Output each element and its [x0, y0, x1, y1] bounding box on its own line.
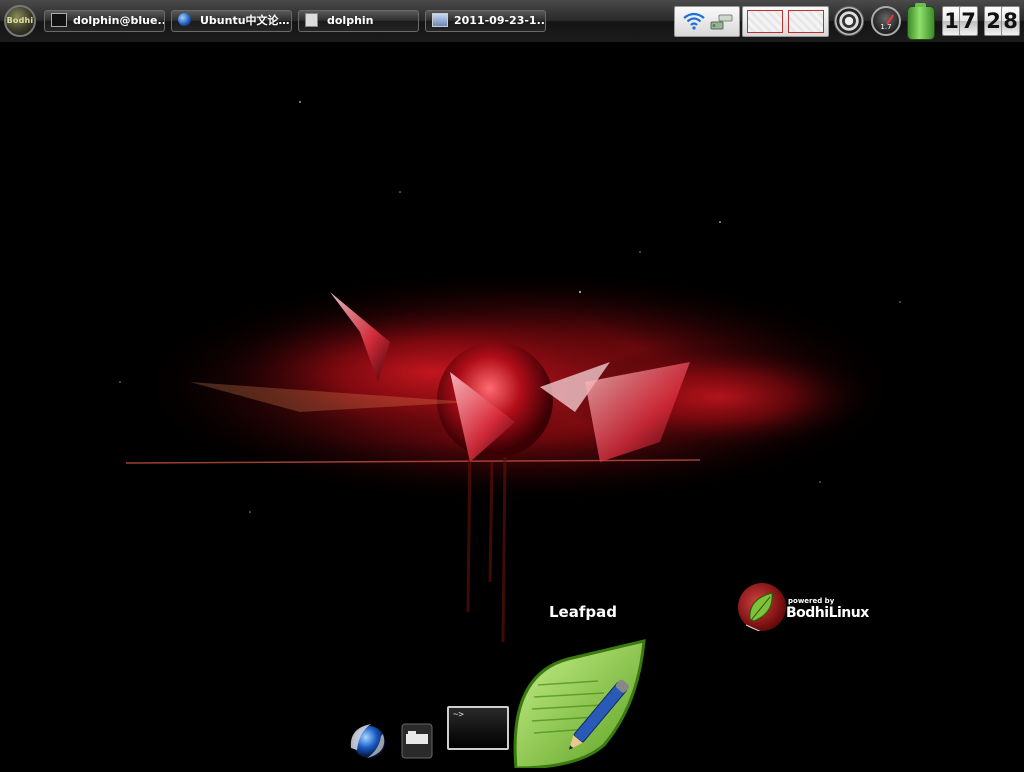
file-manager-icon	[305, 13, 318, 27]
dock-tooltip: Leafpad	[549, 603, 617, 621]
dock-item-files[interactable]	[400, 720, 434, 760]
top-shelf: Bodhi dolphin@blue... Ubuntu中文论… dolphin…	[0, 0, 1024, 43]
terminal-prompt: ~>	[453, 710, 464, 720]
clock-minute-ones: 8	[1001, 6, 1020, 36]
browser-globe-icon	[178, 13, 191, 26]
leafpad-leaf-pencil-icon	[513, 639, 646, 770]
logo-powered-by: powered by	[788, 597, 835, 605]
taskbar-item-label: 2011-09-23-1...	[454, 14, 546, 27]
cpu-gauge-value: 1.7	[880, 23, 892, 31]
taskbar-item-label: dolphin@blue...	[73, 14, 165, 27]
taskbar-item-label: Ubuntu中文论…	[200, 14, 290, 27]
taskbar-item-label: dolphin	[327, 14, 374, 27]
clock-hour-ones: 7	[959, 6, 978, 36]
terminal-icon	[51, 13, 67, 27]
network-connection-icon[interactable]	[709, 13, 733, 31]
dock-item-leafpad[interactable]	[508, 635, 658, 770]
taskbar-item-browser[interactable]: Ubuntu中文论…	[171, 10, 292, 32]
start-menu-label: Bodhi	[6, 16, 34, 25]
system-tray	[674, 6, 740, 37]
taskbar-item-image-viewer[interactable]: 2011-09-23-1...	[425, 10, 546, 32]
logo-name: BodhiLinux	[786, 605, 869, 621]
image-viewer-icon	[432, 13, 448, 27]
taskbar-item-file-manager[interactable]: dolphin	[298, 10, 419, 32]
file-manager-icon	[401, 723, 433, 759]
pager-desktop-1[interactable]	[747, 10, 783, 33]
desktop-pager	[742, 6, 829, 37]
wifi-icon[interactable]	[683, 12, 705, 30]
volume-knob-icon[interactable]	[834, 6, 864, 36]
bodhi-leaf-icon	[738, 583, 791, 646]
cpu-gauge-icon[interactable]: 1.7	[871, 6, 901, 36]
browser-globe-icon	[350, 724, 385, 758]
dock-item-terminal[interactable]: ~>	[447, 706, 509, 750]
start-menu-button[interactable]: Bodhi	[4, 5, 36, 37]
dock-item-browser[interactable]	[345, 718, 389, 762]
battery-icon[interactable]	[907, 3, 935, 40]
pager-desktop-2[interactable]	[788, 10, 824, 33]
taskbar-item-terminal[interactable]: dolphin@blue...	[44, 10, 165, 32]
bodhi-linux-logo: powered by BodhiLinux	[738, 583, 869, 646]
